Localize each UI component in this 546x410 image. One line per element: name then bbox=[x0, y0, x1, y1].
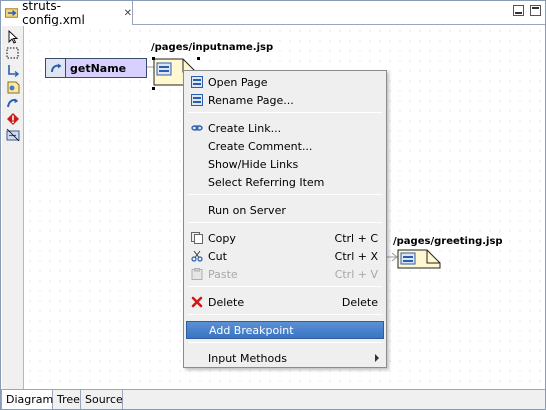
selection-handle[interactable] bbox=[197, 57, 200, 60]
menu-separator bbox=[188, 286, 382, 287]
menu-item-show-hide-links[interactable]: Show/Hide Links bbox=[186, 155, 384, 173]
maximize-icon[interactable] bbox=[530, 5, 541, 16]
connection-tool-icon[interactable] bbox=[5, 64, 21, 78]
page-label-inputname: /pages/inputname.jsp bbox=[151, 42, 274, 53]
selection-handle[interactable] bbox=[152, 87, 155, 90]
submenu-arrow-icon bbox=[375, 354, 379, 362]
close-tab-icon[interactable]: ✕ bbox=[124, 8, 132, 19]
menu-item-select-referring-item[interactable]: Select Referring Item bbox=[186, 173, 384, 191]
menu-item-copy[interactable]: Copy Ctrl + C bbox=[186, 229, 384, 247]
menu-item-cut[interactable]: Cut Ctrl + X bbox=[186, 247, 384, 265]
tool-palette bbox=[2, 26, 24, 389]
menu-item-delete[interactable]: Delete Delete bbox=[186, 293, 384, 311]
editor-bottom-tabs: Diagram Tree Source bbox=[1, 389, 545, 409]
menu-item-run-on-server[interactable]: Run on Server bbox=[186, 201, 384, 219]
struts-file-icon bbox=[5, 8, 19, 18]
shortcut-delete: Delete bbox=[341, 295, 378, 309]
tab-source[interactable]: Source bbox=[81, 390, 123, 409]
select-tool-icon[interactable] bbox=[5, 30, 21, 44]
menu-item-add-breakpoint[interactable]: Add Breakpoint bbox=[186, 321, 384, 339]
menu-item-paste: Paste Ctrl + V bbox=[186, 265, 384, 283]
menu-item-input-methods[interactable]: Input Methods bbox=[186, 349, 384, 367]
shortcut-cut: Ctrl + X bbox=[334, 249, 378, 263]
red-x-icon bbox=[191, 296, 203, 308]
scissors-icon bbox=[191, 250, 203, 262]
page-node-greeting[interactable] bbox=[397, 249, 441, 269]
editor-tab-title: struts-config.xml bbox=[22, 0, 85, 27]
editor-tab-struts-config[interactable]: struts-config.xml ✕ bbox=[1, 0, 133, 27]
menu-item-create-link[interactable]: Create Link... bbox=[186, 119, 384, 137]
action-tool-icon[interactable] bbox=[5, 96, 21, 110]
menu-separator bbox=[188, 194, 382, 195]
link-icon bbox=[191, 125, 203, 131]
page-label-greeting: /pages/greeting.jsp bbox=[393, 236, 503, 247]
copy-icon bbox=[191, 232, 203, 244]
shortcut-paste: Ctrl + V bbox=[334, 267, 378, 281]
minimize-icon[interactable] bbox=[513, 5, 524, 16]
page-icon bbox=[191, 94, 203, 106]
menu-item-rename-page[interactable]: Rename Page... bbox=[186, 91, 384, 109]
shortcut-copy: Ctrl + C bbox=[334, 231, 378, 245]
menu-item-open-page[interactable]: Open Page bbox=[186, 73, 384, 91]
tab-diagram[interactable]: Diagram bbox=[1, 390, 53, 409]
exception-tool-icon[interactable] bbox=[5, 112, 21, 126]
paste-icon bbox=[191, 268, 203, 280]
selection-handle[interactable] bbox=[152, 57, 155, 60]
menu-separator bbox=[188, 222, 382, 223]
forward-tool-icon[interactable] bbox=[5, 128, 21, 142]
menu-separator bbox=[188, 342, 382, 343]
marquee-tool-icon[interactable] bbox=[5, 46, 21, 60]
menu-separator bbox=[188, 314, 382, 315]
page-icon bbox=[191, 76, 203, 88]
context-menu: Open Page Rename Page... Create Link... … bbox=[183, 70, 387, 368]
editor-tab-strip: struts-config.xml ✕ bbox=[1, 0, 545, 27]
menu-separator bbox=[188, 112, 382, 113]
page-tool-icon[interactable] bbox=[5, 80, 21, 94]
editor-window: struts-config.xml ✕ getName /pages/input… bbox=[0, 0, 546, 410]
tab-tree[interactable]: Tree bbox=[53, 390, 81, 409]
menu-item-create-comment[interactable]: Create Comment... bbox=[186, 137, 384, 155]
